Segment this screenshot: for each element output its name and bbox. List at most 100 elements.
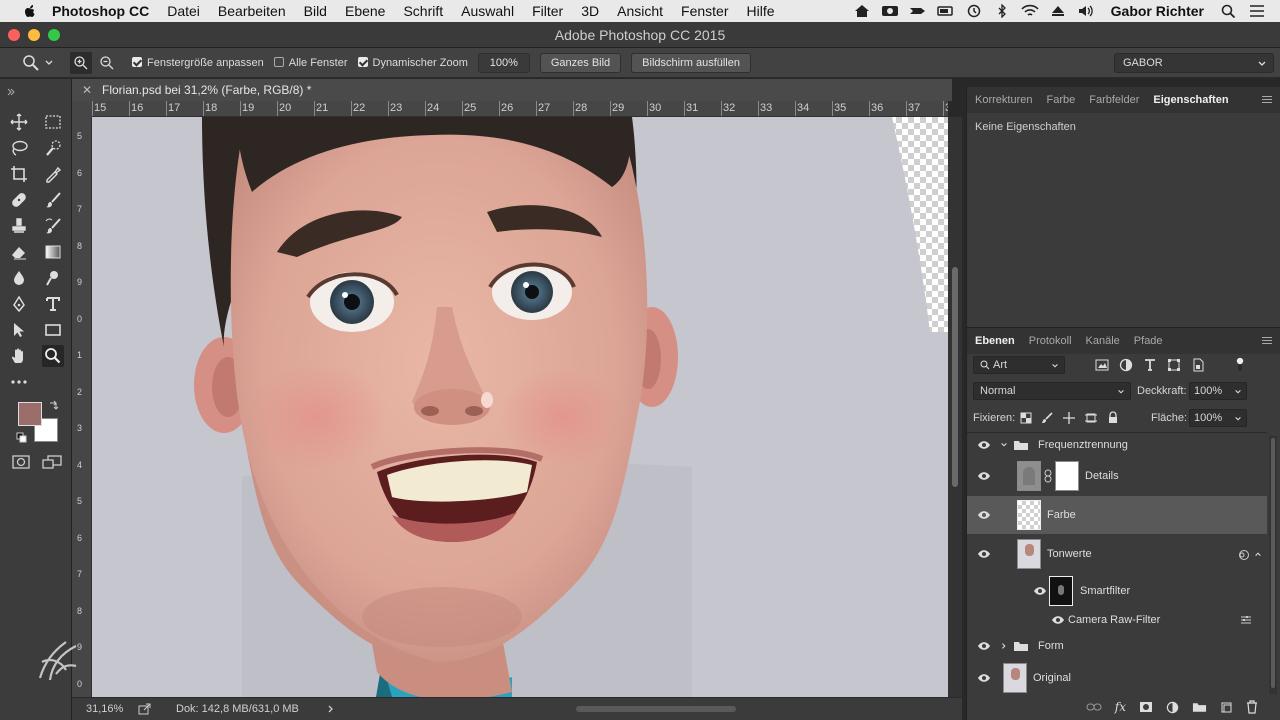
- rectangle-tool[interactable]: [42, 319, 64, 341]
- chevron-right-icon[interactable]: [1000, 642, 1008, 650]
- tab-protokoll[interactable]: Protokoll: [1029, 335, 1072, 347]
- lock-position-icon[interactable]: [1063, 412, 1075, 424]
- pen-tool[interactable]: [8, 293, 30, 315]
- apple-icon[interactable]: [22, 3, 38, 19]
- link-chain-icon[interactable]: [1044, 469, 1052, 483]
- visibility-eye-icon[interactable]: [1051, 615, 1065, 625]
- fill-field[interactable]: 100%: [1189, 409, 1247, 427]
- menu-ebene[interactable]: Ebene: [345, 3, 385, 19]
- scrollbar-thumb[interactable]: [1271, 438, 1275, 688]
- menu-filter[interactable]: Filter: [532, 3, 563, 19]
- menu-3d[interactable]: 3D: [581, 3, 599, 19]
- zoom-out-button[interactable]: [96, 52, 118, 74]
- menu-ansicht[interactable]: Ansicht: [617, 3, 663, 19]
- adjustment-layer-icon[interactable]: [1166, 701, 1179, 714]
- crop-tool[interactable]: [8, 163, 30, 185]
- path-selection-tool[interactable]: [8, 319, 30, 341]
- fill-screen-button[interactable]: Bildschirm ausfüllen: [631, 52, 751, 73]
- lock-transparent-icon[interactable]: [1020, 412, 1032, 424]
- marquee-tool[interactable]: [42, 111, 64, 133]
- all-windows-option[interactable]: Alle Fenster: [273, 56, 348, 69]
- menu-schrift[interactable]: Schrift: [403, 3, 443, 19]
- menu-auswahl[interactable]: Auswahl: [461, 3, 514, 19]
- close-document-icon[interactable]: ✕: [82, 83, 94, 97]
- screen-mode-icon[interactable]: [42, 455, 62, 469]
- tab-farbe[interactable]: Farbe: [1046, 94, 1075, 106]
- add-mask-icon[interactable]: [1139, 701, 1153, 713]
- visibility-eye-icon[interactable]: [977, 641, 991, 651]
- new-layer-icon[interactable]: [1220, 701, 1233, 714]
- zoom-level[interactable]: 31,16%: [86, 703, 138, 715]
- close-window-button[interactable]: [8, 29, 20, 41]
- visibility-eye-icon[interactable]: [977, 673, 991, 683]
- menu-hilfe[interactable]: Hilfe: [747, 3, 775, 19]
- layer-farbe[interactable]: Farbe: [967, 496, 1267, 534]
- panel-menu-icon[interactable]: [1262, 337, 1272, 346]
- share-icon[interactable]: [138, 703, 152, 715]
- zoom-tool-preset-icon[interactable]: [22, 54, 40, 72]
- filter-camera-raw[interactable]: Camera Raw-Filter: [967, 608, 1267, 632]
- visibility-eye-icon[interactable]: [977, 471, 991, 481]
- blend-mode-dropdown[interactable]: Normal: [973, 382, 1131, 400]
- zoom-value-field[interactable]: 100%: [477, 52, 530, 73]
- time-machine-icon[interactable]: [965, 4, 983, 18]
- link-layers-icon[interactable]: [1086, 701, 1102, 713]
- bluetooth-icon[interactable]: [993, 4, 1011, 18]
- foreground-color-swatch[interactable]: [18, 402, 42, 426]
- disk-icon[interactable]: [881, 4, 899, 18]
- swap-colors-icon[interactable]: [48, 399, 60, 411]
- collapse-panel-icon[interactable]: [6, 87, 16, 97]
- all-windows-checkbox[interactable]: [273, 56, 284, 67]
- horizontal-scrollbar[interactable]: [576, 706, 736, 712]
- blur-tool[interactable]: [8, 267, 30, 289]
- menu-user-name[interactable]: Gabor Richter: [1111, 3, 1204, 19]
- history-brush-tool[interactable]: [42, 215, 64, 237]
- menu-app[interactable]: Photoshop CC: [52, 3, 149, 19]
- opacity-field[interactable]: 100%: [1189, 382, 1247, 400]
- resize-windows-option[interactable]: Fenstergröße anpassen: [132, 56, 264, 69]
- move-tool[interactable]: [8, 111, 30, 133]
- chevron-up-icon[interactable]: [1254, 550, 1262, 558]
- visibility-eye-icon[interactable]: [977, 549, 991, 559]
- quick-selection-tool[interactable]: [42, 137, 64, 159]
- lasso-tool[interactable]: [8, 137, 30, 159]
- chevron-down-icon[interactable]: [1000, 441, 1008, 449]
- new-group-icon[interactable]: [1192, 701, 1207, 713]
- zoom-tool[interactable]: [42, 345, 64, 367]
- vertical-scrollbar[interactable]: [948, 117, 962, 697]
- tab-eigenschaften[interactable]: Eigenschaften: [1153, 94, 1228, 106]
- fit-screen-button[interactable]: Ganzes Bild: [539, 52, 622, 73]
- visibility-eye-icon[interactable]: [977, 510, 991, 520]
- wifi-icon[interactable]: [1021, 4, 1039, 18]
- filter-adjustment-icon[interactable]: [1119, 358, 1133, 372]
- layers-scrollbar[interactable]: [1269, 436, 1277, 694]
- tab-korrekturen[interactable]: Korrekturen: [975, 94, 1032, 106]
- scrubby-zoom-option[interactable]: Dynamischer Zoom: [357, 56, 468, 69]
- layer-original[interactable]: Original: [967, 659, 1267, 697]
- layer-details[interactable]: Details: [967, 457, 1267, 495]
- vertical-ruler[interactable]: 5678901234567890: [72, 117, 92, 697]
- lock-brush-icon[interactable]: [1041, 412, 1053, 424]
- menu-bild[interactable]: Bild: [304, 3, 327, 19]
- visibility-eye-icon[interactable]: [1033, 586, 1047, 596]
- trash-icon[interactable]: [1246, 700, 1258, 714]
- resize-windows-checkbox[interactable]: [132, 56, 142, 67]
- layer-tonwerte[interactable]: Tonwerte: [967, 535, 1267, 573]
- tab-kanaele[interactable]: Kanäle: [1086, 335, 1120, 347]
- edit-toolbar-button[interactable]: [8, 371, 30, 393]
- eyedropper-tool[interactable]: [42, 163, 64, 185]
- filter-pixel-icon[interactable]: [1095, 358, 1109, 372]
- home-icon[interactable]: [853, 4, 871, 18]
- eject-icon[interactable]: [1049, 4, 1067, 18]
- menu-bearbeiten[interactable]: Bearbeiten: [218, 3, 286, 19]
- volume-icon[interactable]: [1077, 4, 1095, 18]
- horizontal-ruler[interactable]: 15 16 17 18 19 20 21 22 23 24 25 26 27 28 29 30 31 32 33 34…: [92, 101, 948, 117]
- lock-artboard-icon[interactable]: [1085, 412, 1097, 424]
- zoom-in-button[interactable]: [70, 51, 92, 74]
- layer-filter-dropdown[interactable]: Art: [973, 356, 1065, 374]
- smart-object-badge-icon[interactable]: [1238, 549, 1250, 561]
- airplane-icon[interactable]: [909, 4, 927, 18]
- ruler-origin[interactable]: [72, 101, 92, 117]
- menu-datei[interactable]: Datei: [167, 3, 200, 19]
- healing-brush-tool[interactable]: [8, 189, 30, 211]
